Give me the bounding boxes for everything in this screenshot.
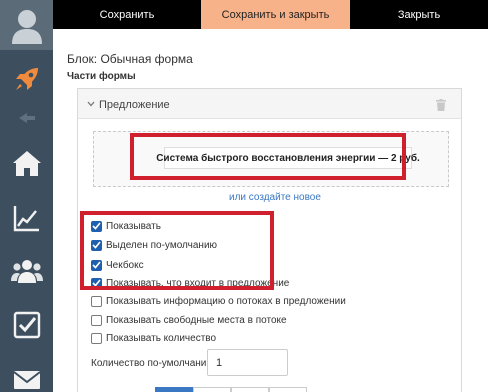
user-avatar-icon <box>11 10 42 44</box>
sidebar-item-rocket[interactable] <box>0 50 53 108</box>
rocket-icon <box>15 68 38 90</box>
checkbox[interactable] <box>91 220 102 232</box>
home-icon <box>12 151 41 176</box>
user-avatar[interactable] <box>0 0 53 50</box>
sidebar-item-mail[interactable] <box>0 350 53 392</box>
top-toolbar: Сохранить Сохранить и закрыть Закрыть <box>53 0 488 29</box>
option-label: Чекбокс <box>106 259 144 271</box>
checkbox[interactable] <box>91 277 102 289</box>
chevron-down-icon[interactable] <box>87 101 95 107</box>
tab[interactable] <box>193 387 231 392</box>
sidebar-item-tasks[interactable] <box>0 296 53 354</box>
panel-header[interactable]: Предложение <box>78 89 461 119</box>
option-show-streams-info[interactable]: Показывать информацию о потоках в предло… <box>91 294 346 308</box>
option-show-contents[interactable]: Показывать, что входит в предложение <box>91 276 289 290</box>
checkbox[interactable] <box>91 295 102 307</box>
sidebar-item-stats[interactable] <box>0 189 53 247</box>
checkmark-icon <box>92 241 101 249</box>
bottom-tabs <box>155 387 315 392</box>
quantity-input[interactable]: 1 <box>207 349 288 376</box>
checkmark-icon <box>92 279 101 287</box>
sidebar-item-home[interactable] <box>0 134 53 192</box>
option-show-free-places[interactable]: Показывать свободные места в потоке <box>91 313 287 327</box>
sidebar <box>0 0 53 392</box>
option-show-quantity[interactable]: Показывать количество <box>91 331 216 345</box>
option-show[interactable]: Показывать <box>91 219 161 233</box>
option-label: Показывать количество <box>106 332 217 344</box>
checkbox[interactable] <box>91 259 102 271</box>
tab[interactable] <box>269 387 307 392</box>
option-checkbox[interactable]: Чекбокс <box>91 258 144 272</box>
tab[interactable] <box>155 387 193 392</box>
offer-item[interactable]: Система быстрого восстановления энергии … <box>156 147 420 169</box>
option-label: Показывать свободные места в потоке <box>106 314 287 326</box>
tab[interactable] <box>231 387 269 392</box>
save-button[interactable]: Сохранить <box>53 0 201 29</box>
offer-dropzone[interactable]: Система быстрого восстановления энергии … <box>93 131 449 187</box>
save-and-close-button[interactable]: Сохранить и закрыть <box>201 0 350 29</box>
form-parts-label: Части формы <box>67 71 136 82</box>
quantity-label: Количество по-умолчанию <box>91 358 214 369</box>
sidebar-collapse[interactable] <box>0 107 53 129</box>
sidebar-item-users[interactable] <box>0 242 53 300</box>
checkmark-icon <box>92 222 101 230</box>
option-label: Показывать информацию о потоках в предло… <box>106 295 346 307</box>
option-selected-default[interactable]: Выделен по-умолчанию <box>91 238 217 252</box>
checkbox[interactable] <box>91 239 102 251</box>
mail-icon <box>12 371 41 389</box>
chart-icon <box>13 206 39 232</box>
checkmark-icon <box>92 261 101 269</box>
option-label: Показывать, что входит в предложение <box>106 277 290 289</box>
collapse-icon <box>18 113 35 123</box>
option-label: Выделен по-умолчанию <box>106 239 218 251</box>
close-button[interactable]: Закрыть <box>350 0 488 29</box>
option-label: Показывать <box>106 220 161 232</box>
panel-title: Предложение <box>99 99 170 111</box>
create-new-link[interactable]: или создайте новое <box>229 192 321 203</box>
trash-icon[interactable] <box>436 99 446 111</box>
checkbox[interactable] <box>91 314 102 326</box>
checkbox-icon <box>13 311 40 339</box>
checkbox[interactable] <box>91 332 102 344</box>
users-icon <box>10 260 43 283</box>
page-title: Блок: Обычная форма <box>67 52 193 66</box>
